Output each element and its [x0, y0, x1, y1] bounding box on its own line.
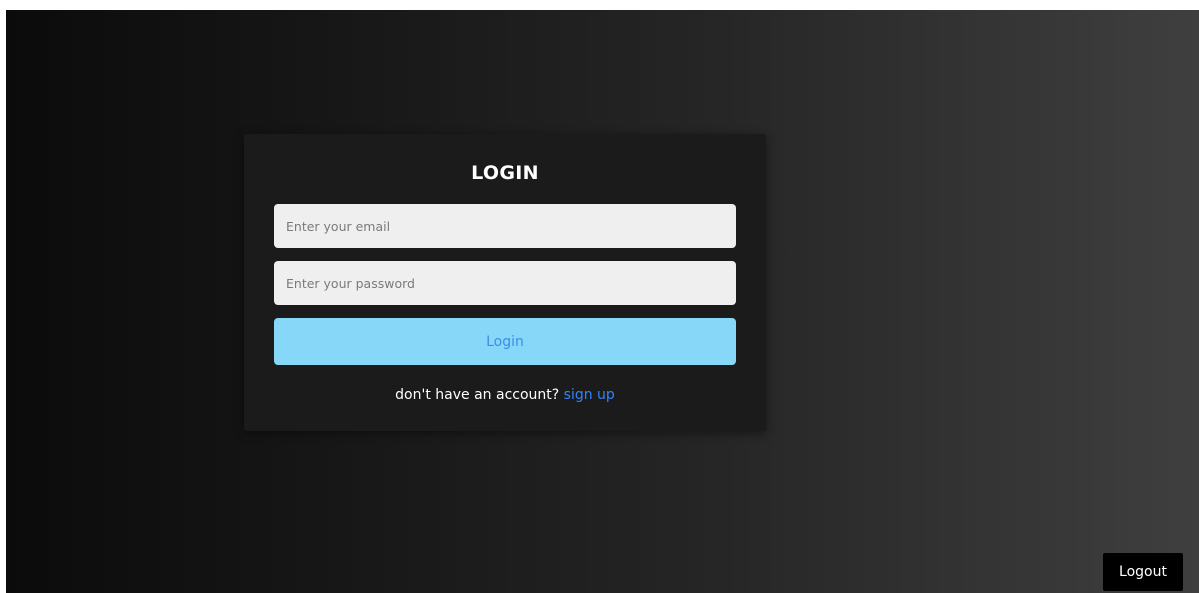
email-input[interactable] [274, 204, 736, 248]
page-background: LOGIN Login don't have an account? sign … [6, 10, 1199, 593]
login-title: LOGIN [471, 162, 539, 184]
signup-link[interactable]: sign up [564, 387, 615, 403]
password-input[interactable] [274, 261, 736, 305]
login-button[interactable]: Login [274, 318, 736, 365]
logout-button[interactable]: Logout [1103, 553, 1183, 591]
login-card: LOGIN Login don't have an account? sign … [244, 134, 766, 431]
signup-prompt: don't have an account? [395, 387, 560, 403]
signup-row: don't have an account? sign up [244, 387, 766, 403]
